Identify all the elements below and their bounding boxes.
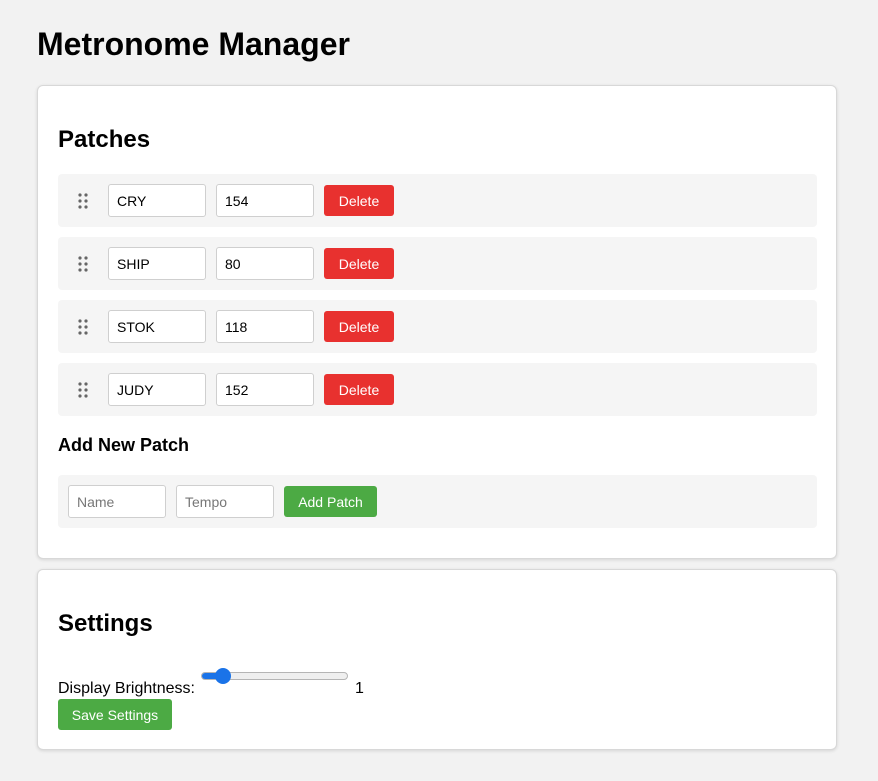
settings-card: Settings Display Brightness: 1 Save Sett… (37, 569, 837, 750)
drag-handle-icon[interactable] (78, 256, 88, 272)
add-patch-heading: Add New Patch (58, 435, 190, 455)
patch-name-input[interactable] (108, 373, 206, 406)
patch-row: Delete (58, 363, 817, 416)
patch-tempo-input[interactable] (216, 310, 314, 343)
new-patch-name-input[interactable] (68, 485, 166, 518)
patch-row: Delete (58, 300, 817, 353)
patch-row: Delete (58, 174, 817, 227)
patch-tempo-input[interactable] (216, 184, 314, 217)
save-settings-button[interactable]: Save Settings (58, 699, 172, 730)
brightness-label: Display Brightness: (58, 680, 195, 697)
patch-name-input[interactable] (108, 310, 206, 343)
patch-tempo-input[interactable] (216, 373, 314, 406)
page-title: Metronome Manager (37, 26, 350, 62)
add-patch-form: Add Patch (58, 475, 817, 528)
brightness-value: 1 (355, 680, 364, 697)
delete-patch-button[interactable]: Delete (324, 248, 394, 279)
delete-patch-button[interactable]: Delete (324, 185, 394, 216)
patches-card: Patches Delete Delete Delete (37, 85, 837, 559)
patch-tempo-input[interactable] (216, 247, 314, 280)
new-patch-tempo-input[interactable] (176, 485, 274, 518)
brightness-slider[interactable] (201, 668, 348, 688)
add-patch-button[interactable]: Add Patch (284, 486, 377, 517)
patch-name-input[interactable] (108, 184, 206, 217)
drag-handle-icon[interactable] (78, 193, 88, 209)
patches-heading: Patches (58, 126, 151, 153)
settings-heading: Settings (58, 610, 153, 637)
delete-patch-button[interactable]: Delete (324, 311, 394, 342)
patch-name-input[interactable] (108, 247, 206, 280)
patch-row: Delete (58, 237, 817, 290)
drag-handle-icon[interactable] (78, 382, 88, 398)
drag-handle-icon[interactable] (78, 319, 88, 335)
delete-patch-button[interactable]: Delete (324, 374, 394, 405)
slider-thumb[interactable] (215, 668, 232, 684)
